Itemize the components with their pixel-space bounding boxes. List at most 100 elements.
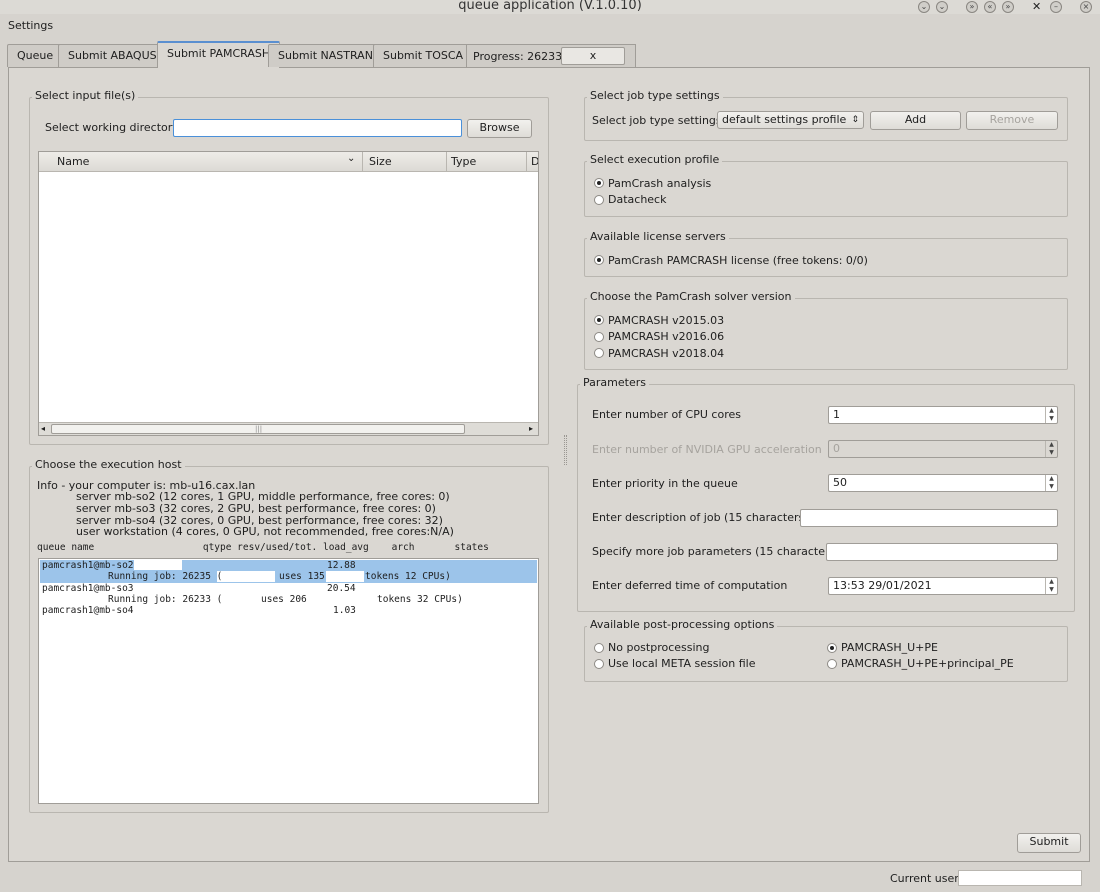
radio-label[interactable]: No postprocessing xyxy=(608,641,710,654)
file-list[interactable]: Name ⌄ Size Type D ◂ ||| ▸ xyxy=(38,151,539,436)
tools-icon[interactable]: ✕ xyxy=(1032,0,1041,13)
description-label: Enter description of job (15 characters) xyxy=(592,511,809,524)
radio-pamcrash-upe-principal[interactable] xyxy=(827,659,837,669)
spin-buttons[interactable]: ▲ ▼ xyxy=(1045,578,1057,594)
radio-label[interactable]: Use local META session file xyxy=(608,657,755,670)
radio-local-meta[interactable] xyxy=(594,659,604,669)
radio-license[interactable] xyxy=(594,255,604,265)
tab-progress[interactable]: Progress: 26233 x xyxy=(466,44,636,67)
file-list-header: Name ⌄ Size Type D xyxy=(39,152,538,172)
exec-profile-group-label: Select execution profile xyxy=(587,153,723,166)
priority-spinbox[interactable]: 50 ▲ ▼ xyxy=(828,474,1058,492)
cpu-value: 1 xyxy=(833,408,840,421)
tab-submit-tosca[interactable]: Submit TOSCA xyxy=(373,44,474,67)
column-type[interactable]: Type xyxy=(451,155,476,168)
spin-up-icon[interactable]: ▲ xyxy=(1046,441,1057,449)
radio-solver-2018[interactable] xyxy=(594,348,604,358)
spin-buttons[interactable]: ▲ ▼ xyxy=(1045,407,1057,423)
spin-buttons[interactable]: ▲ ▼ xyxy=(1045,475,1057,491)
double-chevron-down-icon[interactable]: » xyxy=(966,1,978,13)
queue-row-job: Running job: 26233 ( xyxy=(108,594,223,605)
parameters-group-label: Parameters xyxy=(580,376,649,389)
spin-buttons[interactable]: ▲ ▼ xyxy=(1045,441,1057,457)
job-type-select-value: default settings profile xyxy=(722,113,847,126)
radio-no-postprocessing[interactable] xyxy=(594,643,604,653)
queue-row[interactable]: pamcrash1@mb-so4 xyxy=(42,605,134,616)
column-name[interactable]: Name xyxy=(57,155,89,168)
double-chevron-down-icon-2[interactable]: » xyxy=(1002,1,1014,13)
column-divider xyxy=(362,152,363,172)
radio-pamcrash-upe[interactable] xyxy=(827,643,837,653)
queue-row-job: Running job: 26235 ( xyxy=(108,571,223,582)
radio-label[interactable]: PAMCRASH v2018.04 xyxy=(608,347,724,360)
radio-solver-2015[interactable] xyxy=(594,315,604,325)
queue-row[interactable]: pamcrash1@mb-so3 xyxy=(42,583,134,594)
tab-queue[interactable]: Queue xyxy=(7,44,64,67)
postproc-group xyxy=(584,626,1068,682)
radio-solver-2016[interactable] xyxy=(594,332,604,342)
description-input[interactable] xyxy=(800,509,1058,527)
cpu-spinbox[interactable]: 1 ▲ ▼ xyxy=(828,406,1058,424)
minimize-icon[interactable]: – xyxy=(1050,1,1062,13)
queue-row-load: 12.88 xyxy=(327,560,356,571)
deferred-datetime[interactable]: 13:53 29/01/2021 ▲ ▼ xyxy=(828,577,1058,595)
scroll-right-icon[interactable]: ▸ xyxy=(529,424,533,433)
info-line: user workstation (4 cores, 0 GPU, not re… xyxy=(76,525,454,538)
working-dir-input[interactable] xyxy=(173,119,462,137)
more-params-input[interactable] xyxy=(826,543,1058,561)
column-date[interactable]: D xyxy=(531,155,538,168)
spin-up-icon[interactable]: ▲ xyxy=(1046,578,1057,586)
radio-label[interactable]: PamCrash analysis xyxy=(608,177,711,190)
spin-down-icon[interactable]: ▼ xyxy=(1046,449,1057,457)
circle-down-icon[interactable]: ⌄ xyxy=(936,1,948,13)
spin-up-icon[interactable]: ▲ xyxy=(1046,407,1057,415)
browse-button[interactable]: Browse xyxy=(467,119,532,138)
horizontal-scrollbar[interactable]: ◂ ||| ▸ xyxy=(39,422,538,435)
submit-button[interactable]: Submit xyxy=(1017,833,1081,853)
masked-text xyxy=(326,571,364,582)
menu-bar: Settings xyxy=(0,16,1100,36)
queue-row-uses: uses 206 xyxy=(261,594,307,605)
column-divider xyxy=(526,152,527,172)
priority-label: Enter priority in the queue xyxy=(592,477,738,490)
column-size[interactable]: Size xyxy=(369,155,392,168)
chevron-down-icon[interactable]: ⌄ xyxy=(918,1,930,13)
close-icon[interactable]: × xyxy=(1080,1,1092,13)
job-type-select[interactable]: default settings profile ⇕ xyxy=(717,111,864,129)
radio-label[interactable]: PAMCRASH_U+PE+principal_PE xyxy=(841,657,1014,670)
more-params-label: Specify more job parameters (15 characte… xyxy=(592,545,840,558)
radio-datacheck[interactable] xyxy=(594,195,604,205)
queue-row[interactable]: pamcrash1@mb-so2 xyxy=(42,560,134,571)
radio-label[interactable]: PAMCRASH_U+PE xyxy=(841,641,938,654)
radio-label[interactable]: PAMCRASH v2015.03 xyxy=(608,314,724,327)
current-user-label: Current user: xyxy=(890,872,963,885)
sort-down-icon[interactable]: ⌄ xyxy=(347,153,355,164)
add-profile-button[interactable]: Add xyxy=(870,111,961,130)
remove-profile-button[interactable]: Remove xyxy=(966,111,1058,130)
tab-submit-pamcrash[interactable]: Submit PAMCRASH xyxy=(157,41,281,68)
scrollbar-handle[interactable]: ||| xyxy=(51,424,465,434)
radio-pamcrash-analysis[interactable] xyxy=(594,178,604,188)
double-chevron-up-icon[interactable]: « xyxy=(984,1,996,13)
queue-row-uses: uses 135 xyxy=(279,571,325,582)
gpu-spinbox[interactable]: 0 ▲ ▼ xyxy=(828,440,1058,458)
spin-down-icon[interactable]: ▼ xyxy=(1046,415,1057,423)
tab-submit-nastran[interactable]: Submit NASTRAN xyxy=(268,44,383,67)
tab-submit-abaqus[interactable]: Submit ABAQUS xyxy=(58,44,167,67)
current-user-value xyxy=(958,870,1082,886)
priority-value: 50 xyxy=(833,476,847,489)
gpu-value: 0 xyxy=(833,442,840,455)
menu-settings[interactable]: Settings xyxy=(8,19,53,32)
spin-down-icon[interactable]: ▼ xyxy=(1046,483,1057,491)
scroll-left-icon[interactable]: ◂ xyxy=(41,424,45,433)
spin-down-icon[interactable]: ▼ xyxy=(1046,586,1057,594)
splitter-handle[interactable] xyxy=(564,435,567,465)
progress-close-button[interactable]: x xyxy=(561,47,625,65)
queue-list[interactable]: pamcrash1@mb-so2 12.88 Running job: 2623… xyxy=(38,558,539,804)
radio-label[interactable]: PamCrash PAMCRASH license (free tokens: … xyxy=(608,254,868,267)
radio-label[interactable]: Datacheck xyxy=(608,193,666,206)
radio-label[interactable]: PAMCRASH v2016.06 xyxy=(608,330,724,343)
exec-host-group-label: Choose the execution host xyxy=(32,458,185,471)
spin-up-icon[interactable]: ▲ xyxy=(1046,475,1057,483)
job-type-label: Select job type settings xyxy=(592,114,722,127)
